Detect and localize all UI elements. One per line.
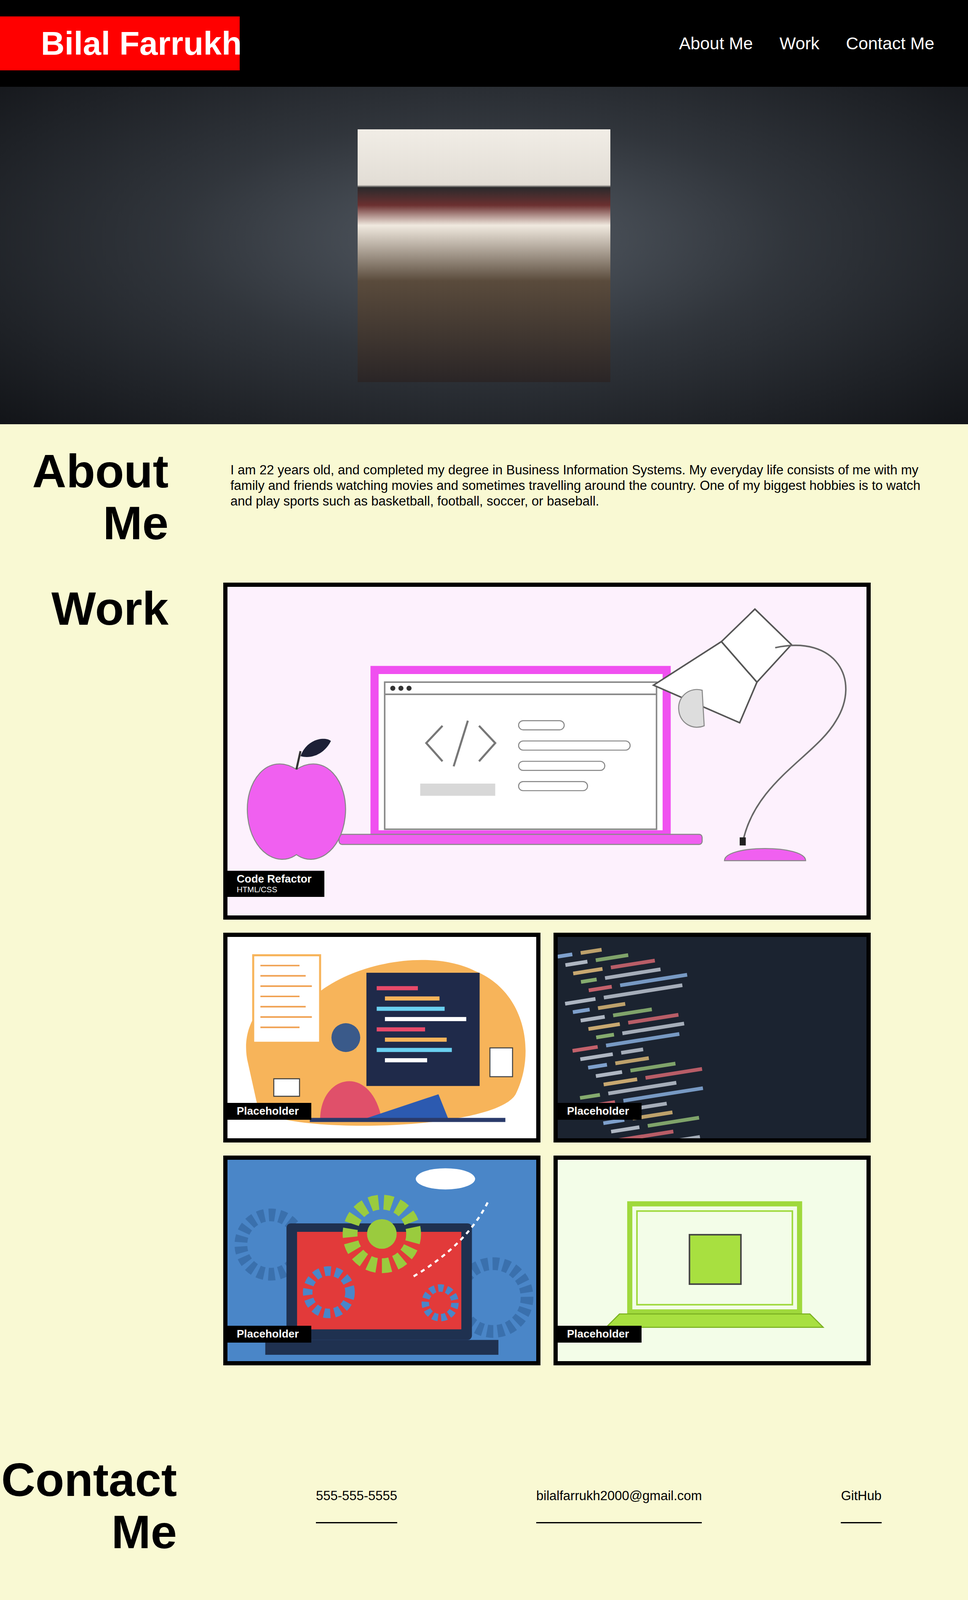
contact-links: 555-555-5555 bilalfarrukh2000@gmail.com Gi…: [185, 1488, 968, 1524]
project-card[interactable]: Placeholder: [553, 932, 871, 1143]
project-title: Placeholder: [566, 1327, 629, 1340]
contact-section: Contact Me 555-555-5555 bilalfarrukh2000@g…: [0, 1365, 968, 1596]
about-heading: About Me: [0, 445, 169, 549]
project-label: Placeholder: [557, 1325, 642, 1343]
project-card[interactable]: Code RefactorHTML/CSS: [223, 582, 871, 920]
project-subtitle: HTML/CSS: [236, 885, 312, 895]
work-heading: Work: [0, 582, 169, 635]
project-card[interactable]: Placeholder: [553, 1155, 871, 1366]
project-grid: Code RefactorHTML/CSS Placeholder Placehol…: [223, 582, 871, 1366]
contact-link[interactable]: 555-555-5555: [315, 1488, 398, 1524]
project-label: Placeholder: [557, 1102, 642, 1120]
project-label: Code RefactorHTML/CSS: [227, 870, 325, 897]
contact-heading: Contact Me: [0, 1453, 186, 1558]
work-section: Work Code RefactorHTML/CSS Placeholder Plac…: [0, 548, 968, 1366]
project-card[interactable]: Placeholder: [223, 1155, 541, 1366]
hero-banner: [0, 86, 968, 425]
project-label: Placeholder: [227, 1325, 312, 1343]
laptop-desk-illustration: [227, 586, 867, 916]
about-section: About Me I am 22 years old, and completed…: [0, 424, 968, 549]
project-title: Code Refactor: [236, 872, 312, 886]
logo[interactable]: Bilal Farrukh: [0, 16, 240, 71]
nav-link[interactable]: Contact Me: [845, 33, 935, 54]
nav-bar: About Me Work Contact Me: [679, 33, 935, 54]
project-card[interactable]: Placeholder: [223, 932, 541, 1143]
profile-photo: [357, 129, 611, 383]
portfolio-page: Bilal FarrukhAbout MeWorkContact MeAbout…: [0, 0, 968, 1600]
about-text: I am 22 years old, and completed my degr…: [230, 462, 943, 509]
project-title: Placeholder: [236, 1327, 299, 1340]
project-title: Placeholder: [236, 1104, 299, 1118]
site-header: Bilal Farrukh About Me Work Contact Me: [0, 0, 968, 87]
nav-link[interactable]: Work: [779, 33, 820, 54]
project-title: Placeholder: [566, 1104, 629, 1118]
project-label: Placeholder: [227, 1102, 312, 1120]
contact-link[interactable]: GitHub: [840, 1488, 882, 1524]
contact-link[interactable]: bilalfarrukh2000@gmail.com: [536, 1488, 702, 1524]
nav-link[interactable]: About Me: [679, 33, 754, 54]
